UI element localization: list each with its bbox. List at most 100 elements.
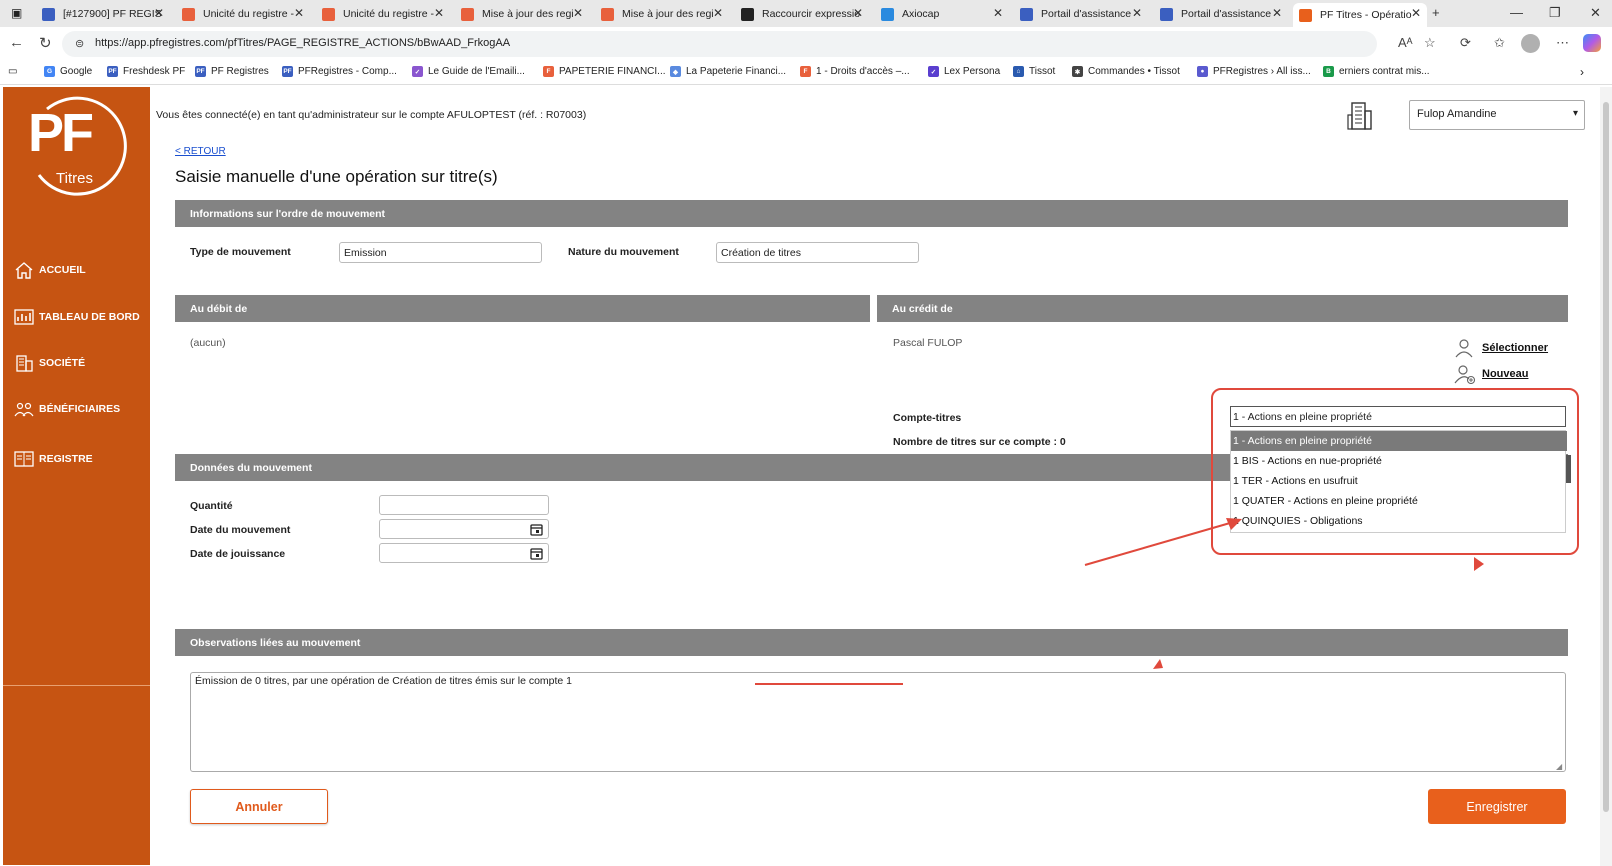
nav-label: SOCIÉTÉ bbox=[39, 357, 86, 369]
bookmark-item[interactable]: ● PFRegistres › All iss... bbox=[1197, 66, 1311, 77]
add-user-icon bbox=[1454, 365, 1476, 384]
type-mouvement-field[interactable]: Emission bbox=[339, 242, 542, 263]
close-tab-icon[interactable]: ✕ bbox=[154, 6, 164, 20]
date-mouvement-label: Date du mouvement bbox=[190, 524, 291, 536]
observations-textarea[interactable]: Émission de 0 titres, par une opération … bbox=[190, 672, 1566, 772]
copilot-icon[interactable] bbox=[1583, 34, 1601, 52]
save-button[interactable]: Enregistrer bbox=[1428, 789, 1566, 824]
bookmark-label: erniers contrat mis... bbox=[1339, 66, 1430, 77]
new-link-label: Nouveau bbox=[1482, 368, 1529, 380]
close-tab-icon[interactable]: ✕ bbox=[1272, 6, 1282, 20]
browser-tab[interactable]: Axiocap ✕ bbox=[875, 3, 1009, 25]
close-tab-icon[interactable]: ✕ bbox=[294, 6, 304, 20]
page-scroll-thumb[interactable] bbox=[1603, 102, 1609, 812]
bookmark-favicon-icon: PF bbox=[195, 66, 206, 77]
browser-tab[interactable]: PF Titres - Opératio ✕ bbox=[1293, 3, 1427, 27]
nav-societe[interactable]: SOCIÉTÉ bbox=[14, 354, 85, 372]
resize-grip-icon[interactable]: ◢ bbox=[1556, 762, 1562, 771]
close-tab-icon[interactable]: ✕ bbox=[713, 6, 723, 20]
pf-orange-icon bbox=[1299, 8, 1312, 22]
tab-actions-icon[interactable]: ▣ bbox=[11, 6, 22, 20]
bookmark-item[interactable]: Berniers contrat mis... bbox=[1323, 66, 1430, 77]
bookmark-item[interactable]: ✓ Le Guide de l'Emaili... bbox=[412, 66, 525, 77]
close-window-icon[interactable]: ✕ bbox=[1590, 5, 1601, 21]
bookmark-item[interactable]: ◆ La Papeterie Financi... bbox=[670, 66, 786, 77]
favorite-star-icon[interactable]: ☆ bbox=[1424, 35, 1436, 51]
annotation-marker bbox=[1474, 557, 1484, 571]
back-arrow-icon[interactable]: ← bbox=[9, 34, 24, 51]
read-aloud-icon[interactable]: Aᴬ bbox=[1398, 35, 1413, 50]
favorites-icon[interactable]: ✩ bbox=[1494, 35, 1505, 51]
quantite-input[interactable] bbox=[379, 495, 549, 515]
site-info-icon[interactable]: ⊜ bbox=[75, 37, 84, 50]
more-menu-icon[interactable]: ⋯ bbox=[1556, 35, 1569, 51]
tab-title: Mise à jour des regi bbox=[622, 8, 714, 20]
bookmark-item[interactable]: F 1 - Droits d'accès –... bbox=[800, 66, 910, 77]
browser-tab[interactable]: Mise à jour des regi ✕ bbox=[595, 3, 729, 25]
profile-avatar-icon[interactable] bbox=[1521, 34, 1540, 53]
minimize-icon[interactable]: — bbox=[1510, 5, 1523, 20]
date-mouvement-input[interactable] bbox=[379, 519, 549, 539]
close-tab-icon[interactable]: ✕ bbox=[434, 6, 444, 20]
beneficiaries-icon bbox=[14, 400, 34, 418]
section-header-credit: Au crédit de bbox=[877, 295, 1568, 322]
nav-beneficiaires[interactable]: BÉNÉFICIAIRES bbox=[14, 400, 120, 418]
nav-accueil[interactable]: ACCUEIL bbox=[14, 261, 86, 279]
close-tab-icon[interactable]: ✕ bbox=[1411, 6, 1421, 20]
nature-mouvement-field[interactable]: Création de titres bbox=[716, 242, 919, 263]
close-tab-icon[interactable]: ✕ bbox=[1132, 6, 1142, 20]
debit-value: (aucun) bbox=[190, 337, 226, 349]
annotation-line bbox=[755, 683, 903, 685]
date-jouissance-input[interactable] bbox=[379, 543, 549, 563]
tab-title: Axiocap bbox=[902, 8, 940, 20]
type-mouvement-label: Type de mouvement bbox=[190, 246, 291, 258]
bookmark-item[interactable]: G Google bbox=[44, 66, 92, 77]
bookmark-item[interactable]: ✓ Lex Persona bbox=[928, 66, 1000, 77]
browser-tab[interactable]: Portail d'assistance ✕ bbox=[1154, 3, 1288, 25]
company-icon bbox=[14, 354, 34, 372]
chatgpt-icon bbox=[741, 7, 754, 21]
bookmark-label: PFRegistres › All iss... bbox=[1213, 66, 1311, 77]
nav-tableau-de-bord[interactable]: TABLEAU DE BORD bbox=[14, 308, 140, 326]
browser-tab[interactable]: Raccourcir expressio ✕ bbox=[735, 3, 869, 25]
bookmarks-toggle-icon[interactable]: ▭ bbox=[8, 66, 17, 77]
close-tab-icon[interactable]: ✕ bbox=[993, 6, 1003, 20]
cancel-button[interactable]: Annuler bbox=[190, 789, 328, 824]
nav-registre[interactable]: REGISTRE bbox=[14, 450, 93, 468]
bookmark-label: Lex Persona bbox=[944, 66, 1001, 77]
extensions-icon[interactable]: ⟳ bbox=[1460, 35, 1471, 51]
date-jouissance-label: Date de jouissance bbox=[190, 548, 286, 560]
figma-icon bbox=[322, 7, 335, 21]
browser-tab[interactable]: Mise à jour des regi ✕ bbox=[455, 3, 589, 25]
credit-holder: Pascal FULOP bbox=[893, 337, 963, 349]
back-link[interactable]: < RETOUR bbox=[175, 146, 226, 157]
calendar-icon[interactable] bbox=[530, 547, 543, 560]
bookmark-item[interactable]: PF Freshdesk PF bbox=[107, 66, 185, 77]
bookmarks-overflow-icon[interactable]: › bbox=[1580, 65, 1584, 79]
close-tab-icon[interactable]: ✕ bbox=[573, 6, 583, 20]
building-icon[interactable] bbox=[1347, 101, 1373, 131]
browser-tab[interactable]: [#127900] PF REGIS ✕ bbox=[36, 3, 170, 25]
calendar-icon[interactable] bbox=[530, 523, 543, 536]
bookmark-item[interactable]: PF PF Registres bbox=[195, 66, 269, 77]
browser-tab[interactable]: Unicité du registre - ✕ bbox=[176, 3, 310, 25]
nav-label: TABLEAU DE BORD bbox=[39, 311, 140, 323]
tab-title: Portail d'assistance bbox=[1041, 8, 1132, 20]
reload-icon[interactable]: ↻ bbox=[39, 34, 52, 52]
new-tab-icon[interactable]: + bbox=[1432, 5, 1440, 20]
new-beneficiary-link[interactable]: Nouveau bbox=[1454, 364, 1528, 384]
restore-icon[interactable]: ❐ bbox=[1549, 5, 1561, 21]
sidebar-divider bbox=[3, 685, 150, 686]
logo-text: PF bbox=[28, 103, 94, 163]
bookmark-item[interactable]: ✱ Commandes • Tissot bbox=[1072, 66, 1180, 77]
bookmark-label: Google bbox=[60, 66, 93, 77]
bookmark-item[interactable]: ⌂ Tissot bbox=[1013, 66, 1055, 77]
user-select[interactable]: Fulop Amandine ▾ bbox=[1409, 100, 1585, 130]
select-beneficiary-link[interactable]: Sélectionner bbox=[1454, 338, 1548, 358]
close-tab-icon[interactable]: ✕ bbox=[853, 6, 863, 20]
bookmark-item[interactable]: PF PFRegistres - Comp... bbox=[282, 66, 397, 77]
browser-tab[interactable]: Portail d'assistance ✕ bbox=[1014, 3, 1148, 25]
bookmark-item[interactable]: F PAPETERIE FINANCI... bbox=[543, 66, 666, 77]
browser-tab[interactable]: Unicité du registre - ✕ bbox=[316, 3, 450, 25]
connected-info: Vous êtes connecté(e) en tant qu'adminis… bbox=[156, 109, 587, 121]
